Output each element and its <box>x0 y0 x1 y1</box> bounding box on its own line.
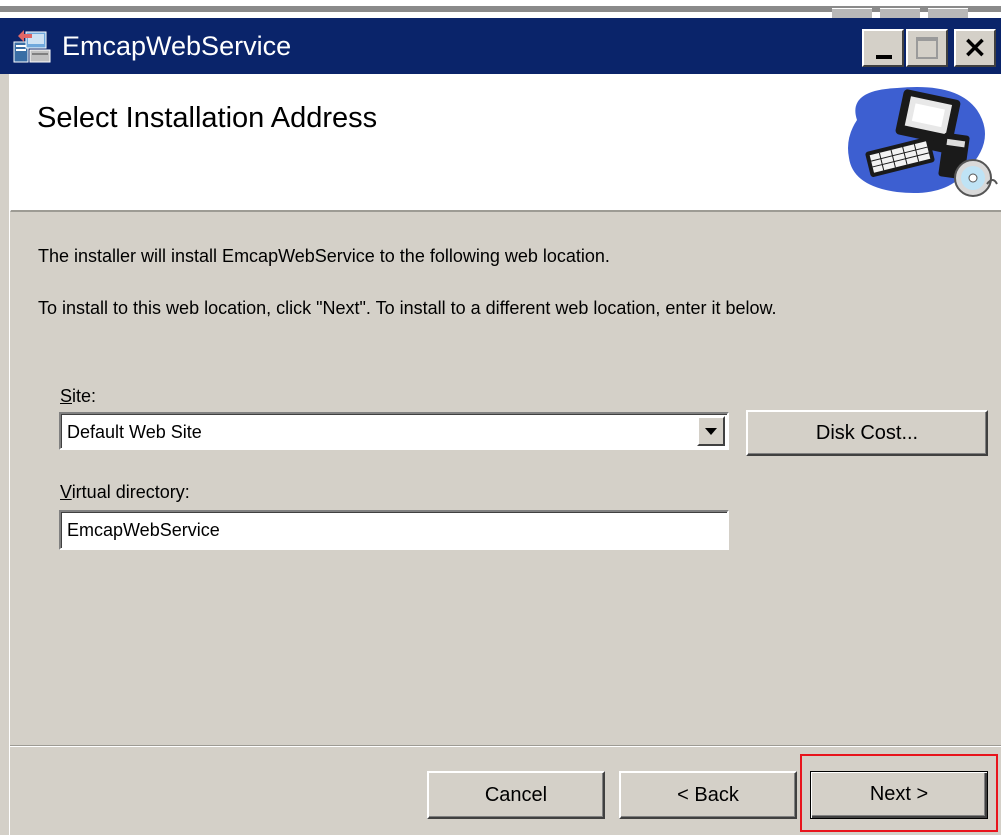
virtual-directory-input[interactable] <box>59 510 729 550</box>
disk-cost-button[interactable]: Disk Cost... <box>746 410 988 456</box>
maximize-button[interactable] <box>906 29 948 67</box>
site-label: Site: <box>60 386 96 407</box>
minimize-button[interactable] <box>862 29 904 67</box>
close-button[interactable]: × <box>954 29 996 67</box>
window-title: EmcapWebService <box>62 31 292 61</box>
maximize-icon <box>916 37 938 59</box>
install-instructions: To install to this web location, click "… <box>38 298 777 318</box>
site-label-text: ite: <box>72 386 97 406</box>
back-button[interactable]: < Back <box>619 771 797 819</box>
site-label-accelerator: S <box>60 386 73 406</box>
cancel-button[interactable]: Cancel <box>427 771 605 819</box>
virtual-directory-label: Virtual directory: <box>60 482 190 503</box>
chevron-down-icon <box>705 427 717 435</box>
header-banner: Select Installation Address <box>10 74 1001 212</box>
site-dropdown[interactable]: Default Web Site <box>59 412 729 450</box>
window-left-border <box>0 74 10 835</box>
next-button-highlight <box>800 754 998 832</box>
close-icon: × <box>962 30 988 65</box>
footer-separator <box>10 745 1001 747</box>
minimize-icon <box>876 55 892 59</box>
virtual-directory-label-accelerator: V <box>60 482 72 502</box>
background-taskbar-strip <box>0 0 1001 20</box>
virtual-directory-label-text: irtual directory: <box>71 482 190 502</box>
install-location-description: The installer will install EmcapWebServi… <box>38 246 610 266</box>
site-dropdown-value: Default Web Site <box>67 422 202 442</box>
installer-window: EmcapWebService × Select Installation Ad… <box>0 0 1001 835</box>
title-bar[interactable]: EmcapWebService × <box>0 18 1001 74</box>
page-title: Select Installation Address <box>37 102 378 134</box>
installer-app-icon <box>13 30 51 63</box>
computer-with-disc-icon <box>848 86 998 197</box>
dropdown-arrow-button[interactable] <box>697 416 725 446</box>
